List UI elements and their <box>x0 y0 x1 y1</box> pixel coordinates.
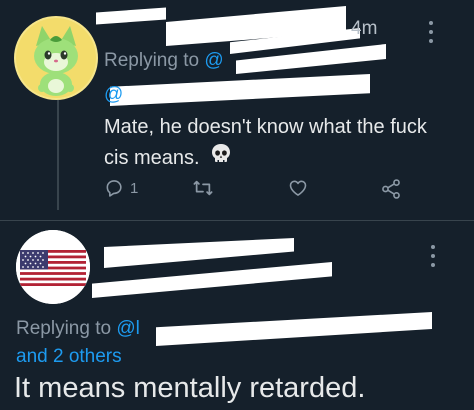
more-options-1[interactable] <box>428 20 436 47</box>
tweet-1-timestamp[interactable]: 4m <box>351 18 377 40</box>
replying-to-handle-2[interactable]: @l <box>116 318 140 339</box>
redacted-reply-handle-2 <box>156 312 432 346</box>
like-icon <box>289 180 307 196</box>
reply-button[interactable]: 1 <box>104 178 138 198</box>
more-vertical-icon <box>431 245 435 267</box>
tweet-1-text-line1: Mate, he doesn't know what the fuck <box>104 116 427 138</box>
replying-to-label-2: Replying to <box>16 318 112 339</box>
more-options-2[interactable] <box>430 244 438 271</box>
reply-count: 1 <box>130 179 139 197</box>
sprigatito-avatar-icon <box>14 16 98 100</box>
tweet-1-text-line2: cis means. <box>104 142 427 175</box>
replying-to-line-2: Replying to @l <box>16 318 140 340</box>
redacted-username-2b <box>92 262 332 298</box>
retweet-button[interactable] <box>192 178 214 198</box>
redacted-username-1 <box>96 7 166 25</box>
user-avatar-2[interactable] <box>16 230 90 304</box>
more-vertical-icon <box>429 21 433 43</box>
skull-emoji-icon <box>209 142 233 175</box>
tweet-1-text: Mate, he doesn't know what the fuck cis … <box>104 112 427 175</box>
tweet-divider <box>0 220 474 221</box>
us-flag-avatar-icon <box>16 230 90 304</box>
like-button[interactable] <box>288 178 308 198</box>
share-icon <box>382 179 400 199</box>
replying-to-line-1: Replying to @ <box>104 50 224 72</box>
tweet-2-text: It means mentally retarded. <box>14 372 366 404</box>
reply-handle-fragment: @ <box>104 84 124 105</box>
redacted-reply-handle-1b <box>110 74 370 106</box>
replying-to-handle[interactable]: @ <box>204 50 223 71</box>
tweet-1-text-line2-words: cis means. <box>104 146 200 169</box>
redacted-username-2 <box>104 238 294 268</box>
reply-icon <box>106 180 122 197</box>
and-others-link[interactable]: and 2 others <box>16 346 122 368</box>
user-avatar-1[interactable] <box>14 16 98 100</box>
share-button[interactable] <box>380 178 402 200</box>
thread-connector-line <box>57 100 59 210</box>
replying-to-label: Replying to <box>104 50 200 71</box>
retweet-icon <box>193 180 213 196</box>
